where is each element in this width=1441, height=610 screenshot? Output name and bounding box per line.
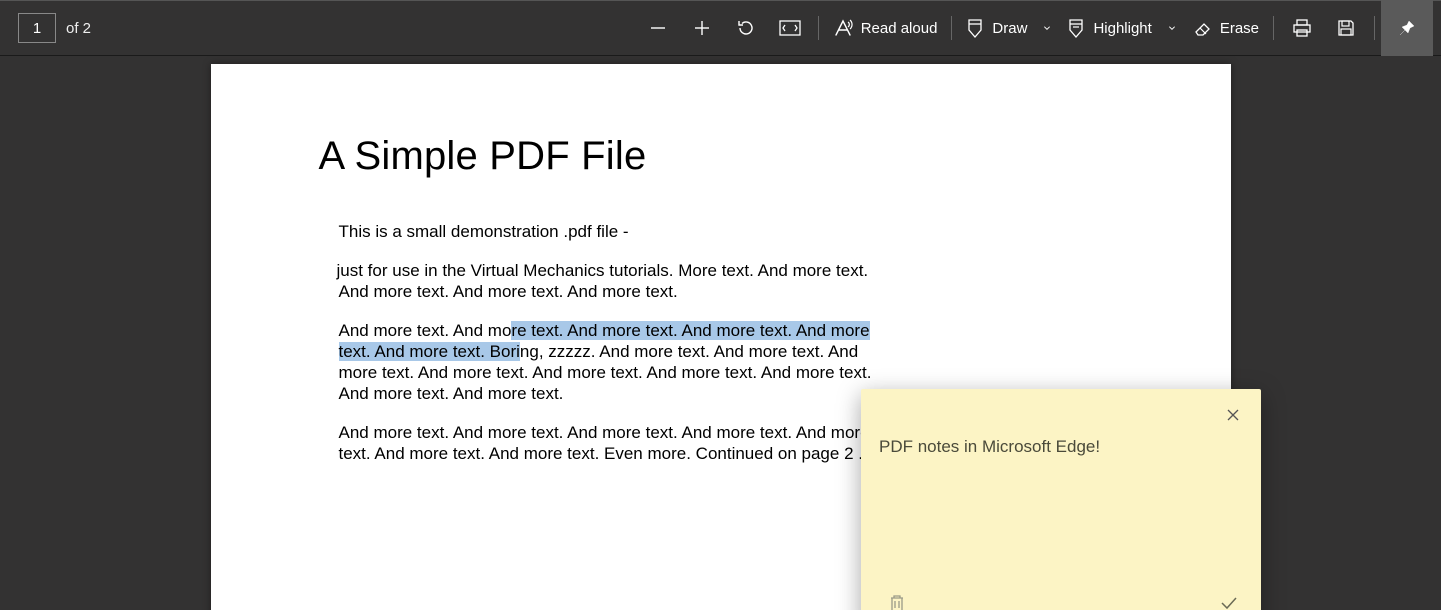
highlight-label: Highlight bbox=[1093, 20, 1151, 37]
divider bbox=[1273, 16, 1274, 40]
close-icon bbox=[1226, 408, 1240, 422]
fit-icon bbox=[779, 20, 801, 36]
erase-label: Erase bbox=[1220, 20, 1259, 37]
save-icon bbox=[1337, 19, 1355, 37]
read-aloud-icon bbox=[833, 18, 853, 38]
text-run: And more text. And mo bbox=[339, 321, 512, 340]
draw-label: Draw bbox=[992, 20, 1027, 37]
page-count-label: of 2 bbox=[66, 20, 91, 37]
erase-button[interactable]: Erase bbox=[1184, 0, 1267, 56]
draw-button[interactable]: Draw bbox=[958, 0, 1035, 56]
eraser-icon bbox=[1192, 18, 1212, 38]
highlighter-icon bbox=[1067, 18, 1085, 38]
note-confirm-button[interactable] bbox=[1215, 589, 1243, 610]
rotate-button[interactable] bbox=[724, 0, 768, 56]
paragraph: And more text. And more text. And more t… bbox=[339, 422, 879, 464]
pen-icon bbox=[966, 18, 984, 38]
note-close-button[interactable] bbox=[1219, 401, 1247, 429]
fit-page-button[interactable] bbox=[768, 0, 812, 56]
toolbar-right bbox=[1280, 1, 1433, 55]
print-button[interactable] bbox=[1280, 0, 1324, 56]
zoom-out-button[interactable] bbox=[636, 0, 680, 56]
paragraph: just for use in the Virtual Mechanics tu… bbox=[339, 260, 879, 302]
pdf-viewport[interactable]: A Simple PDF File This is a small demons… bbox=[0, 56, 1441, 610]
chevron-down-icon bbox=[1168, 22, 1176, 34]
divider bbox=[818, 16, 819, 40]
printer-icon bbox=[1292, 18, 1312, 38]
rotate-icon bbox=[736, 18, 756, 38]
note-footer bbox=[861, 583, 1261, 610]
read-aloud-label: Read aloud bbox=[861, 20, 938, 37]
trash-icon bbox=[889, 594, 905, 610]
save-button[interactable] bbox=[1324, 0, 1368, 56]
divider bbox=[951, 16, 952, 40]
paragraph: And more text. And more text. And more t… bbox=[339, 320, 879, 404]
plus-icon bbox=[693, 19, 711, 37]
highlight-dropdown-button[interactable] bbox=[1160, 0, 1184, 56]
pdf-note-popup[interactable]: PDF notes in Microsoft Edge! bbox=[861, 389, 1261, 610]
chevron-down-icon bbox=[1043, 22, 1051, 34]
check-icon bbox=[1220, 596, 1238, 610]
note-text[interactable]: PDF notes in Microsoft Edge! bbox=[861, 389, 1261, 583]
minus-icon bbox=[649, 19, 667, 37]
page-number-input[interactable] bbox=[18, 13, 56, 43]
note-delete-button[interactable] bbox=[883, 589, 911, 610]
toolbar-center: Read aloud Draw Highlight Erase bbox=[636, 1, 1280, 55]
pin-toolbar-button[interactable] bbox=[1381, 0, 1433, 56]
draw-dropdown-button[interactable] bbox=[1035, 0, 1059, 56]
zoom-in-button[interactable] bbox=[680, 0, 724, 56]
read-aloud-button[interactable]: Read aloud bbox=[825, 0, 946, 56]
highlight-button[interactable]: Highlight bbox=[1059, 0, 1159, 56]
pdf-toolbar: of 2 Read aloud Draw Highlight bbox=[0, 0, 1441, 56]
pin-icon bbox=[1398, 19, 1416, 37]
divider bbox=[1374, 16, 1375, 40]
document-title: A Simple PDF File bbox=[319, 134, 1131, 179]
paragraph: This is a small demonstration .pdf file … bbox=[339, 221, 879, 242]
